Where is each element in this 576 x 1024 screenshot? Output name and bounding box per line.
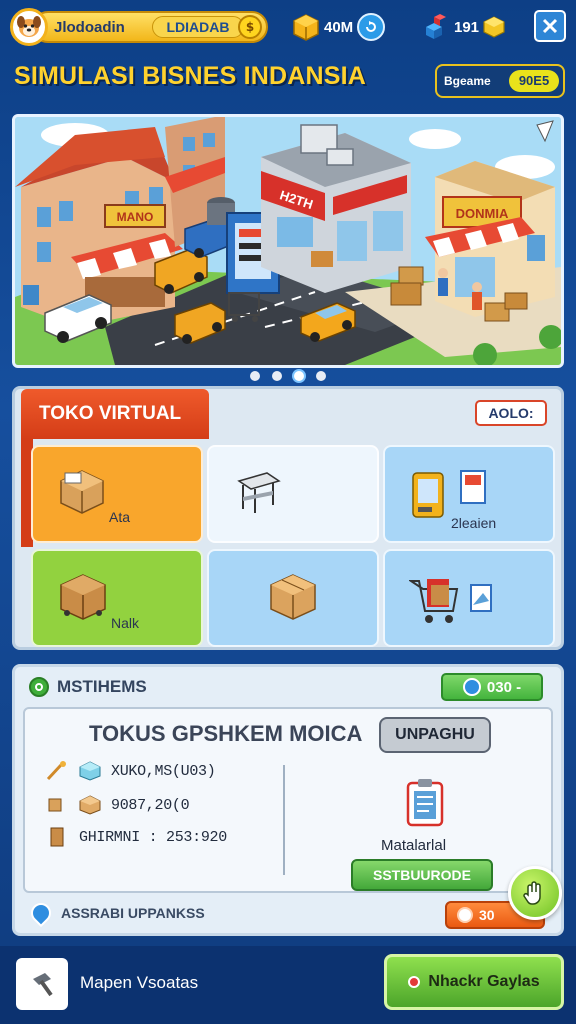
city-illustration: MANO H2TH DONMIA xyxy=(15,117,561,365)
player-name: Jlodoadin xyxy=(54,19,125,36)
currency-label: Bgeame xyxy=(444,74,491,88)
mission-panel: MSTIHEMS 030 - TOKUS GPSHKEM MOICA UNPAG… xyxy=(12,664,564,936)
hammer-icon xyxy=(33,973,53,997)
store-code[interactable]: AOLO: xyxy=(475,400,547,426)
crate-icon xyxy=(60,574,106,620)
mission-footer-value: 30 xyxy=(479,907,495,923)
location-pin-icon xyxy=(26,898,56,928)
store-grid: Ata 2leaien Nalk xyxy=(31,443,555,647)
tile-label: Nalk xyxy=(111,615,140,631)
stall-icon xyxy=(237,472,281,513)
currency-pill[interactable]: Bgeame 90E5 xyxy=(435,64,565,98)
floating-action-button[interactable] xyxy=(508,866,562,920)
dog-face-icon xyxy=(17,16,41,37)
package-icon xyxy=(270,574,316,620)
mission-reward-button[interactable]: 030 - xyxy=(441,673,543,701)
hand-icon xyxy=(523,881,541,905)
pagination-dot[interactable] xyxy=(272,371,282,381)
stat-row: GHIRMNI : 253:920 xyxy=(45,825,227,849)
gold-cube-icon[interactable] xyxy=(483,16,505,38)
mission-footer: ASSRABI UPPANKSS xyxy=(26,898,205,928)
store-tile-package[interactable] xyxy=(207,549,379,647)
stat-value-3: GHIRMNI : 253:920 xyxy=(79,828,227,846)
pagination-dot-active[interactable] xyxy=(294,371,304,381)
store-tile-vending[interactable]: 2leaien xyxy=(383,445,555,543)
store-tab[interactable]: TOKO VIRTUAL xyxy=(21,389,209,439)
shop-sign-3: DONMIA xyxy=(456,206,509,221)
shop-sign-1: MANO xyxy=(117,210,154,224)
mission-title: MSTIHEMS xyxy=(57,677,147,696)
coin-icon xyxy=(457,907,473,923)
store-panel: TOKO VIRTUAL AOLO: Ata 2leaien Nalk xyxy=(12,386,564,650)
bottom-primary-label: Nhackr Gaylas xyxy=(428,973,540,990)
store-tile-crate[interactable]: Nalk xyxy=(31,549,203,647)
mission-card-title: TOKUS GPSHKEM MOICA xyxy=(89,721,363,746)
gem-icon xyxy=(462,678,481,696)
stat-value-1: XUKO,MS(U03) xyxy=(111,762,216,780)
card-divider xyxy=(283,765,285,875)
resource-gem-counter: 191 xyxy=(422,8,505,46)
player-info-pill[interactable]: Jlodoadin LDIADAB $ xyxy=(32,11,268,43)
tile-label: Ata xyxy=(109,509,131,525)
pagination-dot[interactable] xyxy=(316,371,326,381)
package-icon xyxy=(79,795,101,815)
gold-box-icon xyxy=(293,14,319,41)
mission-card: TOKUS GPSHKEM MOICA UNPAGHU XUKO,MS(U03)… xyxy=(23,707,553,893)
boxes-icon xyxy=(48,798,62,812)
mission-footer-text: ASSRABI UPPANKSS xyxy=(61,905,205,921)
city-banner[interactable]: MANO H2TH DONMIA xyxy=(12,114,564,368)
mission-action-button[interactable]: SSTBUURODE xyxy=(351,859,493,891)
page-title: SIMULASI BISNES INDANSIA xyxy=(14,62,367,90)
store-tile-cart[interactable] xyxy=(383,549,555,647)
player-avatar[interactable] xyxy=(10,8,48,46)
close-icon xyxy=(542,18,558,34)
crate-small-icon xyxy=(50,827,64,847)
map-button[interactable] xyxy=(16,958,68,1010)
cart-icon xyxy=(409,579,492,623)
bottom-primary-button[interactable]: Nhackr Gaylas xyxy=(384,954,564,1010)
mission-header: MSTIHEMS xyxy=(29,677,147,697)
bottom-bar: Mapen Vsoatas Nhackr Gaylas xyxy=(0,946,576,1024)
mission-reward-value: 030 - xyxy=(486,678,522,696)
check-icon xyxy=(29,677,49,697)
clipboard-icon xyxy=(406,779,444,827)
add-box-button[interactable] xyxy=(357,13,386,41)
stat-row: XUKO,MS(U03) xyxy=(45,759,216,783)
tools-icon xyxy=(46,761,66,781)
pagination-dot[interactable] xyxy=(250,371,260,381)
resource-gem-value: 191 xyxy=(454,18,480,36)
blue-blocks-icon xyxy=(426,14,446,39)
close-button[interactable] xyxy=(534,10,566,42)
tile-label: 2leaien xyxy=(451,515,497,531)
player-level: LDIADAB xyxy=(152,16,244,38)
store-tile-stall[interactable] xyxy=(207,445,379,543)
coin-icon[interactable]: $ xyxy=(238,15,262,39)
resource-box-counter: 40M xyxy=(292,8,386,46)
refresh-icon xyxy=(366,21,377,32)
currency-value: 90E5 xyxy=(509,70,559,92)
stat-row: 9087,20(0 xyxy=(45,793,190,817)
box-icon xyxy=(60,470,104,514)
bottom-left-label[interactable]: Mapen Vsoatas xyxy=(80,973,198,993)
top-bar: Jlodoadin LDIADAB $ 40M 191 xyxy=(0,0,576,54)
stat-value-2: 9087,20(0 xyxy=(111,796,190,814)
store-tile-box[interactable]: Ata xyxy=(31,445,203,543)
mission-card-badge[interactable]: UNPAGHU xyxy=(379,717,491,753)
notification-dot-icon xyxy=(408,976,421,988)
mission-item-label: Matalarlal xyxy=(381,837,447,854)
cube-icon xyxy=(79,761,101,781)
resource-box-value: 40M xyxy=(324,18,354,36)
banner-pagination xyxy=(0,369,576,383)
